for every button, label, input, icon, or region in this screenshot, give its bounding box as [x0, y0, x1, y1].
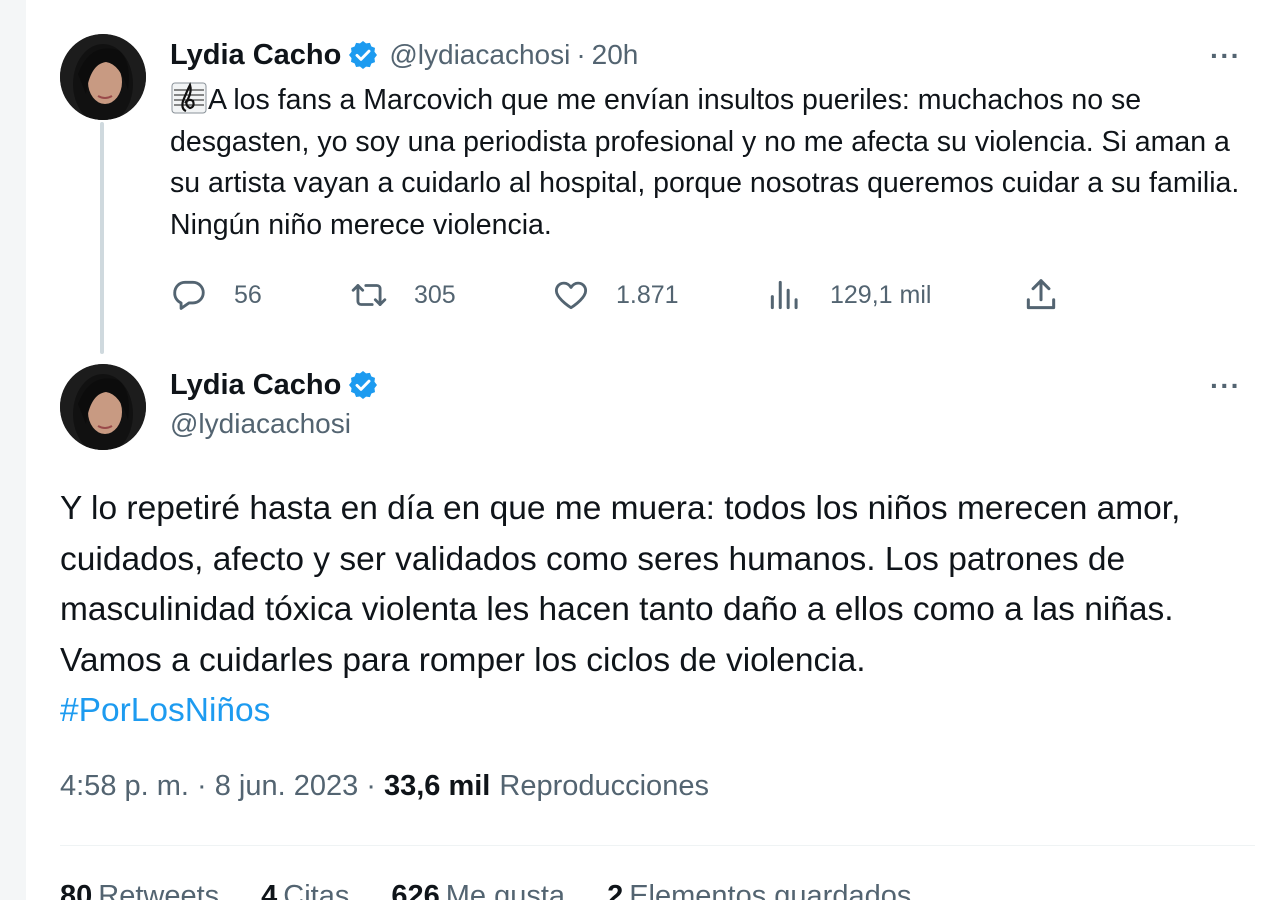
avatar-image — [60, 34, 146, 120]
retweet-button[interactable]: 305 — [350, 272, 456, 318]
tweet2-text-body: Y lo repetiré hasta en día en que me mue… — [60, 490, 1181, 679]
share-icon — [1026, 279, 1056, 310]
tweet2-header: Lydia Cacho — [170, 366, 379, 404]
reply-count: 56 — [234, 280, 262, 309]
avatar-image — [60, 364, 146, 450]
author-handle[interactable]: @lydiacachosi — [170, 408, 351, 440]
verified-badge-icon[interactable] — [347, 369, 379, 401]
retweet-count: 305 — [414, 280, 456, 309]
tweet1-header: Lydia Cacho @lydiacachosi · 20h — [170, 38, 638, 72]
views-button[interactable]: 129,1 mil — [766, 272, 931, 318]
view-count: 33,6 mil — [383, 770, 491, 802]
more-options-icon[interactable]: ··· — [1210, 370, 1241, 402]
tweet1-text: A los fans a Marcovich que me envían ins… — [170, 80, 1255, 246]
more-options-icon[interactable]: ··· — [1210, 40, 1241, 72]
separator-dot: · — [576, 39, 586, 70]
share-button[interactable] — [1022, 272, 1086, 318]
quotes-count: 4 — [261, 880, 278, 900]
thread-connector-line — [100, 122, 104, 354]
heart-icon — [554, 281, 588, 310]
divider — [60, 845, 1255, 846]
engagement-stats: 80 Retweets 4 Citas 626 Me gusta 2 Elementos… — [60, 880, 911, 900]
author-name[interactable]: Lydia Cacho — [170, 39, 341, 72]
view-label: Reproducciones — [499, 770, 709, 802]
tweet-timestamp[interactable]: 4:58 p. m. · 8 jun. 2023 · — [60, 770, 376, 803]
tweet2-text: Y lo repetiré hasta en día en que me mue… — [60, 484, 1260, 737]
bookmarks-stat[interactable]: 2 Elementos guardados — [607, 880, 911, 900]
author-handle[interactable]: @lydiacachosi — [389, 39, 570, 71]
avatar[interactable] — [60, 364, 146, 450]
reply-button[interactable]: 56 — [170, 272, 262, 318]
likes-label: Me gusta — [445, 880, 566, 900]
views-chart-icon — [770, 280, 798, 310]
retweets-label: Retweets — [98, 880, 220, 900]
avatar[interactable] — [60, 34, 146, 120]
left-edge-panel — [0, 0, 26, 900]
like-count: 1.871 — [616, 280, 679, 309]
likes-stat[interactable]: 626 Me gusta — [391, 880, 565, 900]
like-button[interactable]: 1.871 — [552, 272, 679, 318]
view-count: 129,1 mil — [830, 280, 932, 309]
retweet-icon — [351, 284, 387, 306]
likes-count: 626 — [391, 880, 440, 900]
reply-icon — [173, 280, 205, 310]
verified-badge-icon[interactable] — [347, 39, 379, 71]
retweets-count: 80 — [60, 880, 93, 900]
bookmarks-count: 2 — [607, 880, 624, 900]
tweet1-action-bar: 56 305 1.871 129,1 mil — [170, 272, 1070, 318]
musical-score-emoji-icon — [171, 82, 207, 114]
retweets-stat[interactable]: 80 Retweets — [60, 880, 219, 900]
tweet-meta: 4:58 p. m. · 8 jun. 2023 · 33,6 mil Repr… — [60, 770, 709, 803]
hashtag-link[interactable]: #PorLosNiños — [60, 692, 270, 729]
bookmarks-label: Elementos guardados — [629, 880, 912, 900]
quotes-label: Citas — [283, 880, 350, 900]
tweet1-text-body: A los fans a Marcovich que me envían ins… — [170, 84, 1240, 241]
quotes-stat[interactable]: 4 Citas — [261, 880, 349, 900]
author-name[interactable]: Lydia Cacho — [170, 369, 341, 402]
tweet-time[interactable]: 20h — [592, 39, 639, 71]
